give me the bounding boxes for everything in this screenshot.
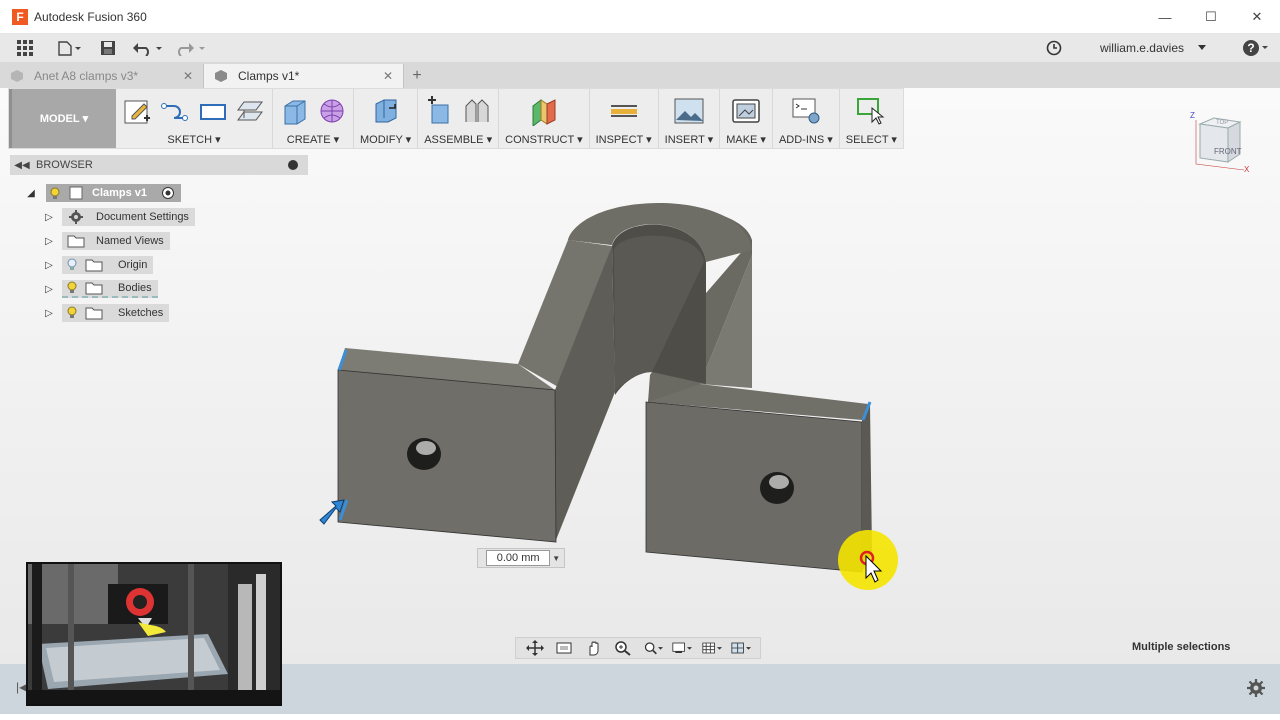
- component-icon: [69, 186, 83, 200]
- expand-triangle-icon[interactable]: ▷: [42, 234, 56, 248]
- make-group[interactable]: MAKE ▾: [720, 89, 773, 148]
- sketch-group[interactable]: SKETCH ▾: [116, 89, 273, 148]
- viewcube-top-label: TOP: [1216, 120, 1228, 126]
- construct-menu-label[interactable]: CONSTRUCT ▾: [505, 133, 582, 146]
- tree-root[interactable]: ◢ Clamps v1: [24, 184, 182, 202]
- rectangle-icon[interactable]: [198, 96, 228, 126]
- orbit-icon[interactable]: [525, 640, 545, 656]
- folder-icon: [67, 235, 85, 248]
- activate-radio-icon[interactable]: [161, 186, 175, 200]
- line-icon[interactable]: [160, 96, 190, 126]
- look-at-icon[interactable]: [554, 640, 574, 656]
- insert-menu-label[interactable]: INSERT ▾: [665, 133, 714, 146]
- select-group[interactable]: SELECT ▾: [840, 89, 903, 148]
- collapse-browser-icon[interactable]: ◀◀: [10, 160, 34, 171]
- construct-group[interactable]: CONSTRUCT ▾: [499, 89, 590, 148]
- inspect-group[interactable]: INSPECT ▾: [590, 89, 659, 148]
- selection-status: Multiple selections: [1132, 641, 1231, 653]
- viewcube-z-axis-label: Z: [1190, 111, 1195, 120]
- webcam-overlay: [26, 562, 282, 706]
- tree-item-sketches[interactable]: ▷ Sketches: [42, 304, 170, 322]
- tree-item-label: Named Views: [96, 235, 164, 247]
- expand-triangle-icon[interactable]: ▷: [42, 210, 56, 224]
- chevron-down-icon[interactable]: ▼: [550, 554, 562, 563]
- create-menu-label[interactable]: CREATE ▾: [287, 133, 339, 146]
- folder-icon: [85, 282, 103, 295]
- visibility-bulb-icon[interactable]: [66, 281, 78, 295]
- tree-item-label: Origin: [118, 259, 148, 271]
- tree-item-label: Document Settings: [96, 211, 189, 223]
- root-component-chip[interactable]: Clamps v1: [46, 184, 182, 202]
- add-ins-menu-label[interactable]: ADD-INS ▾: [779, 133, 833, 146]
- scripts-addins-icon[interactable]: [791, 96, 821, 126]
- extrude-icon[interactable]: [279, 96, 309, 126]
- assemble-menu-label[interactable]: ASSEMBLE ▾: [424, 133, 492, 146]
- visibility-bulb-icon[interactable]: [50, 187, 60, 199]
- joint-icon[interactable]: [462, 96, 492, 126]
- main-toolbar: MODEL ▾ SKETCH ▾ CREATE ▾ MODIFY ▾ ASSEM…: [8, 88, 904, 149]
- collapse-triangle-icon[interactable]: ◢: [24, 186, 38, 200]
- printer-video-image: [28, 564, 280, 704]
- measure-icon[interactable]: [609, 96, 639, 126]
- new-component-icon[interactable]: [424, 96, 454, 126]
- press-pull-icon[interactable]: [371, 96, 401, 126]
- modify-menu-label[interactable]: MODIFY ▾: [360, 133, 411, 146]
- folder-icon: [85, 307, 103, 320]
- model-face: [337, 369, 557, 543]
- offset-plane-construct-icon[interactable]: [529, 96, 559, 126]
- sketch-menu-label[interactable]: SKETCH ▾: [167, 133, 220, 146]
- expand-triangle-icon[interactable]: ▷: [42, 258, 56, 272]
- expand-triangle-icon[interactable]: ▷: [42, 282, 56, 296]
- viewcube[interactable]: FRONT TOP Z X: [1188, 110, 1252, 174]
- root-component-label: Clamps v1: [92, 187, 148, 199]
- zoom-icon[interactable]: [613, 640, 633, 656]
- tree-item-named-views[interactable]: ▷ Named Views: [42, 232, 170, 250]
- select-menu-label[interactable]: SELECT ▾: [846, 133, 897, 146]
- tree-item-bodies[interactable]: ▷ Bodies: [42, 280, 158, 298]
- visibility-bulb-off-icon[interactable]: [66, 258, 78, 272]
- navigation-bar: [515, 637, 761, 659]
- modify-group[interactable]: MODIFY ▾: [354, 89, 419, 148]
- expand-triangle-icon[interactable]: ▷: [42, 306, 56, 320]
- distance-value-field[interactable]: 0.00 mm: [486, 550, 551, 566]
- model-face: [645, 401, 863, 573]
- hole-highlight: [416, 441, 436, 455]
- pan-hand-icon[interactable]: [584, 640, 604, 656]
- distance-input-box: 0.00 mm ▼: [477, 548, 565, 568]
- tree-item-origin[interactable]: ▷ Origin: [42, 256, 154, 274]
- viewports-icon[interactable]: [731, 640, 752, 656]
- insert-image-icon[interactable]: [674, 96, 704, 126]
- assemble-group[interactable]: ASSEMBLE ▾: [418, 89, 500, 148]
- viewcube-front-label: FRONT: [1214, 147, 1242, 156]
- offset-plane-icon[interactable]: [236, 96, 266, 126]
- zoom-window-icon[interactable]: [643, 640, 663, 656]
- gear-icon: [69, 210, 83, 224]
- tree-item-label: Sketches: [118, 307, 164, 319]
- inspect-menu-label[interactable]: INSPECT ▾: [596, 133, 652, 146]
- select-icon[interactable]: [856, 96, 886, 126]
- display-settings-icon[interactable]: [672, 640, 693, 656]
- add-ins-group[interactable]: ADD-INS ▾: [773, 89, 840, 148]
- make-menu-label[interactable]: MAKE ▾: [726, 133, 766, 146]
- form-icon[interactable]: [317, 96, 347, 126]
- folder-icon: [85, 259, 103, 272]
- viewcube-x-axis-label: X: [1244, 165, 1250, 174]
- hole-highlight: [769, 475, 789, 489]
- insert-group[interactable]: INSERT ▾: [659, 89, 721, 148]
- create-sketch-icon[interactable]: [122, 96, 152, 126]
- tree-item-document-settings[interactable]: ▷ Document Settings: [42, 208, 195, 226]
- visibility-bulb-icon[interactable]: [66, 306, 78, 320]
- 3d-print-icon[interactable]: [731, 96, 761, 126]
- grid-settings-icon[interactable]: [702, 640, 722, 656]
- workspace-switcher[interactable]: MODEL ▾: [9, 89, 116, 148]
- browser-title: BROWSER: [36, 159, 93, 171]
- browser-pin-icon[interactable]: [288, 160, 298, 170]
- workspace-label: MODEL: [39, 112, 80, 125]
- tree-item-label: Bodies: [118, 282, 152, 294]
- gear-icon[interactable]: [1246, 678, 1266, 698]
- create-group[interactable]: CREATE ▾: [273, 89, 354, 148]
- browser-panel-header[interactable]: ◀◀ BROWSER: [10, 155, 308, 175]
